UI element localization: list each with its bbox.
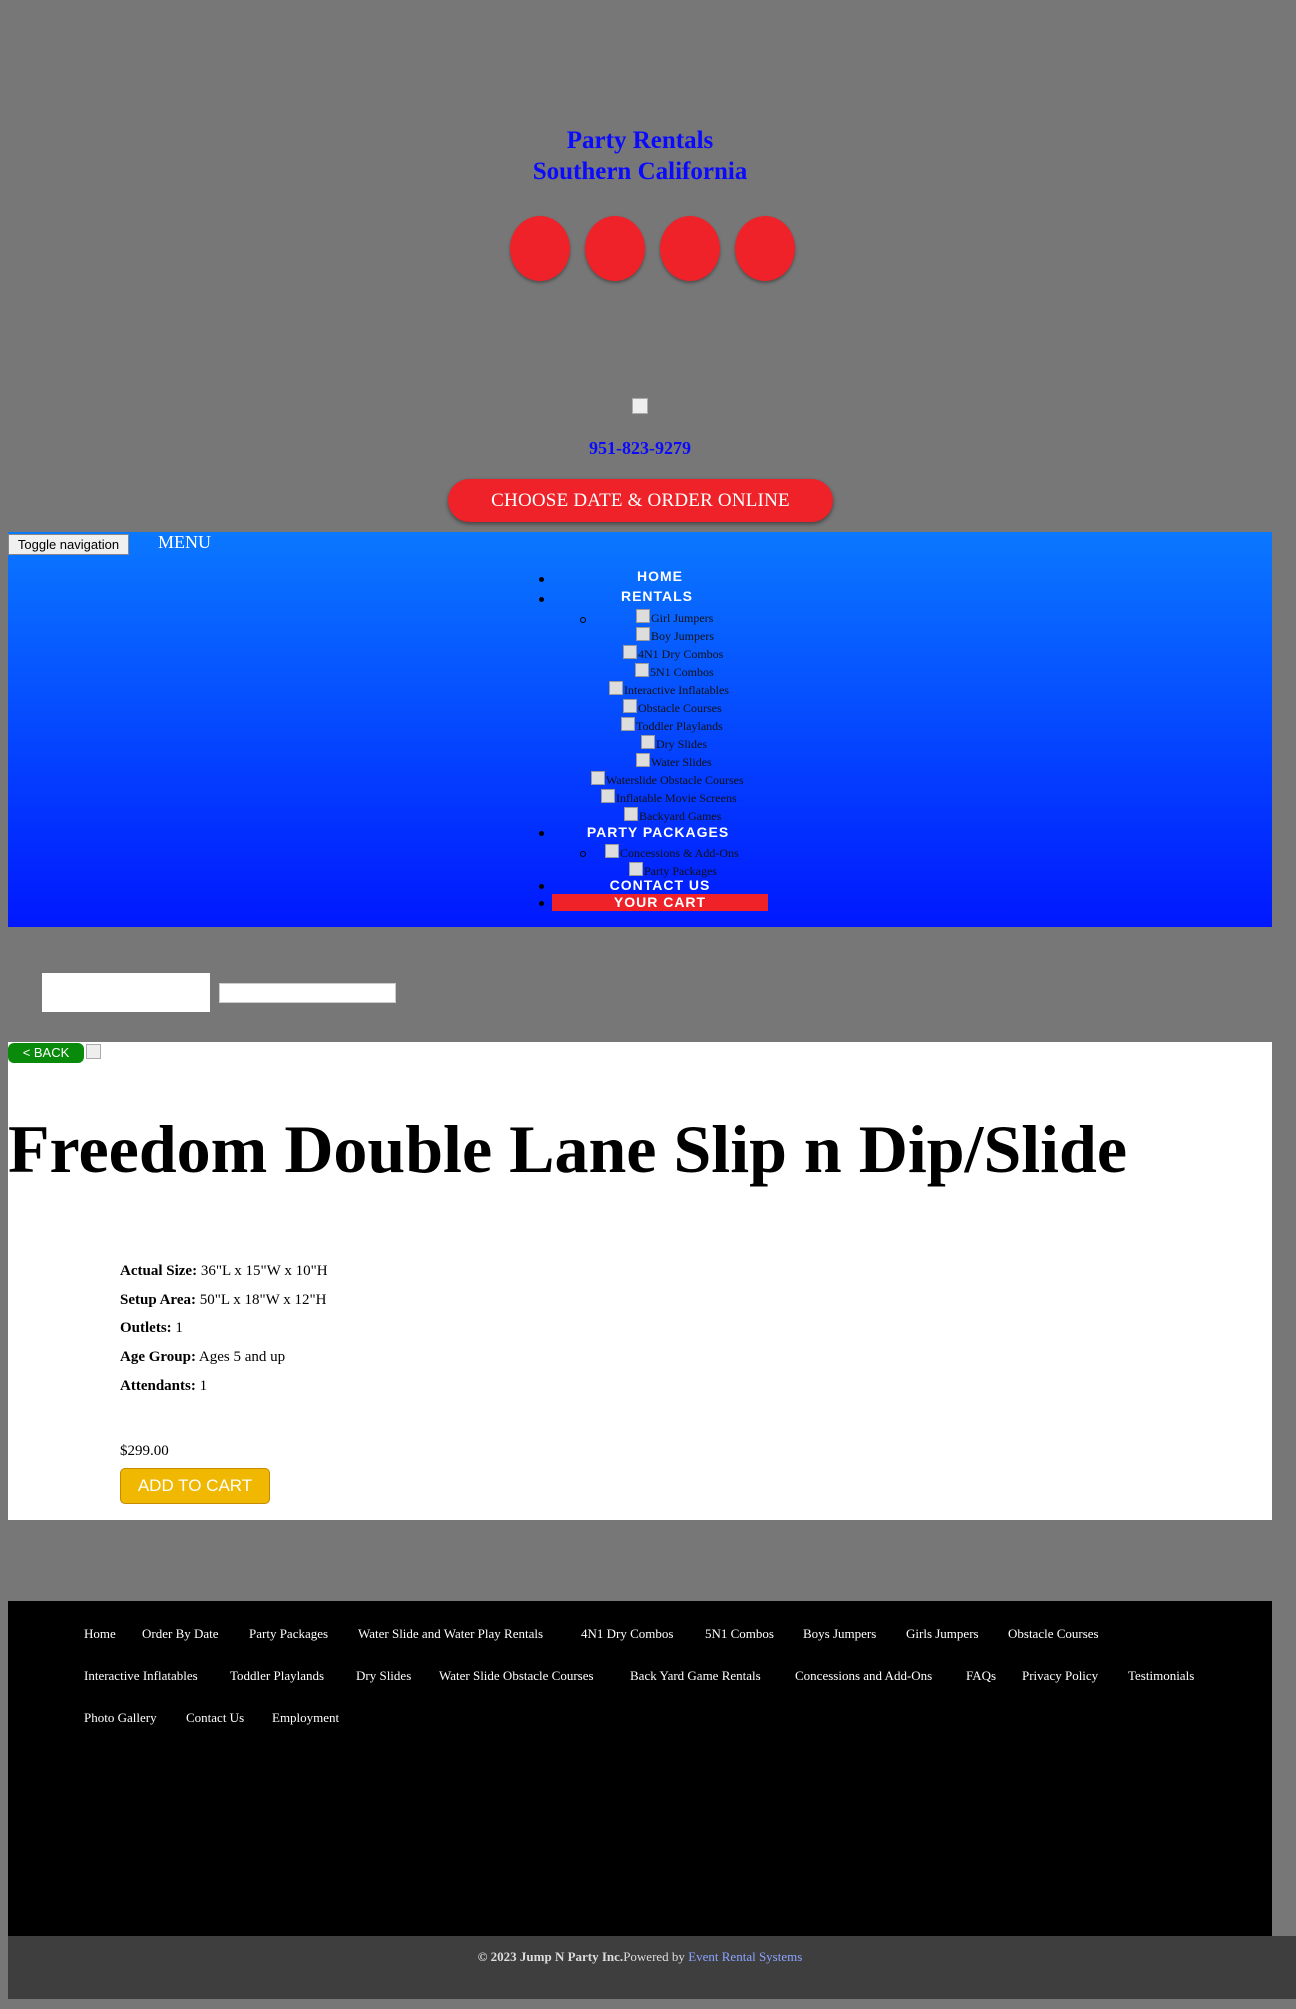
submenu-inflatable-movie-screens[interactable]: Inflatable Movie Screens xyxy=(601,789,737,806)
date-input[interactable] xyxy=(42,973,210,1012)
add-to-cart-button[interactable]: ADD TO CART xyxy=(120,1468,270,1504)
footer-link-concessions[interactable]: Concessions and Add-Ons xyxy=(795,1668,932,1684)
site-brand[interactable]: Party Rentals Southern California xyxy=(0,125,1280,187)
logo-image[interactable] xyxy=(632,398,648,414)
nav-contact-us[interactable]: CONTACT US xyxy=(560,877,760,893)
footer-link-dry-slides[interactable]: Dry Slides xyxy=(356,1668,411,1684)
list-bullet xyxy=(539,901,544,906)
spec-label: Actual Size: xyxy=(120,1263,198,1279)
product-title: Freedom Double Lane Slip n Dip/Slide xyxy=(8,1111,1128,1187)
footer-link-obstacle-courses[interactable]: Obstacle Courses xyxy=(1008,1626,1099,1642)
your-cart-button[interactable]: YOUR CART xyxy=(552,894,768,911)
product-price: $299.00 xyxy=(120,1443,169,1459)
spec-label: Outlets: xyxy=(120,1320,172,1336)
nav-party-packages[interactable]: PARTY PACKAGES xyxy=(558,824,758,840)
search-input[interactable] xyxy=(219,983,396,1003)
phone-number[interactable]: 951-823-9279 xyxy=(0,438,1280,459)
footer-link-home[interactable]: Home xyxy=(84,1626,116,1642)
nav-home[interactable]: HOME xyxy=(560,568,760,584)
submenu-4n1-dry-combos[interactable]: 4N1 Dry Combos xyxy=(623,645,723,662)
spec-attendants: Attendants: 1 xyxy=(120,1378,207,1395)
submenu-dry-slides[interactable]: Dry Slides xyxy=(641,735,707,752)
spec-value: Ages 5 and up xyxy=(195,1349,286,1365)
footer-link-water-slide-rentals[interactable]: Water Slide and Water Play Rentals xyxy=(358,1626,543,1642)
toggle-navigation-button[interactable]: Toggle navigation xyxy=(8,534,129,555)
footer-link-order-by-date[interactable]: Order By Date xyxy=(142,1626,219,1642)
spec-setup-area: Setup Area: 50"L x 18"W x 12"H xyxy=(120,1292,326,1309)
footer-link-party-packages[interactable]: Party Packages xyxy=(249,1626,328,1642)
spec-value: 1 xyxy=(195,1378,208,1394)
footer-link-5n1-combos[interactable]: 5N1 Combos xyxy=(705,1626,774,1642)
submenu-5n1-combos[interactable]: 5N1 Combos xyxy=(635,663,714,680)
powered-by-link[interactable]: Event Rental Systems xyxy=(688,1949,802,1964)
list-bullet xyxy=(580,617,586,623)
submenu-interactive-inflatables[interactable]: Interactive Inflatables xyxy=(609,681,729,698)
social-icon-1[interactable] xyxy=(510,216,570,281)
list-bullet xyxy=(580,851,586,857)
submenu-water-slides[interactable]: Water Slides xyxy=(636,753,712,770)
social-links xyxy=(510,216,795,281)
footer-link-testimonials[interactable]: Testimonials xyxy=(1128,1668,1194,1684)
social-icon-3[interactable] xyxy=(660,216,720,281)
product-image xyxy=(86,1044,101,1059)
footer-link-employment[interactable]: Employment xyxy=(272,1710,339,1726)
brand-line-2: Southern California xyxy=(532,158,748,185)
submenu-backyard-games[interactable]: Backyard Games xyxy=(624,807,721,824)
copyright-text: © 2023 Jump N Party Inc.Powered by Event… xyxy=(0,1949,1280,1965)
copyright-owner: © 2023 Jump N Party Inc. xyxy=(477,1949,624,1964)
spec-age-group: Age Group: Ages 5 and up xyxy=(120,1349,285,1366)
footer-link-faqs[interactable]: FAQs xyxy=(966,1668,996,1684)
spec-value: 36"L x 15"W x 10"H xyxy=(197,1263,328,1279)
menu-label[interactable]: MENU xyxy=(158,532,211,553)
social-icon-2[interactable] xyxy=(585,216,645,281)
social-icon-4[interactable] xyxy=(735,216,795,281)
footer-link-toddler-playlands[interactable]: Toddler Playlands xyxy=(230,1668,324,1684)
submenu-obstacle-courses[interactable]: Obstacle Courses xyxy=(623,699,722,716)
footer-link-water-slide-obstacle-courses[interactable]: Water Slide Obstacle Courses xyxy=(439,1668,594,1684)
list-bullet xyxy=(539,577,544,582)
footer-link-girls-jumpers[interactable]: Girls Jumpers xyxy=(906,1626,979,1642)
footer-link-back-yard-games[interactable]: Back Yard Game Rentals xyxy=(630,1668,761,1684)
list-bullet xyxy=(539,884,544,889)
back-button[interactable]: < BACK xyxy=(8,1043,84,1063)
spec-value: 1 xyxy=(171,1320,183,1336)
footer-link-4n1-dry-combos[interactable]: 4N1 Dry Combos xyxy=(581,1626,673,1642)
copyright-bar xyxy=(8,1936,1296,1999)
submenu-toddler-playlands[interactable]: Toddler Playlands xyxy=(621,717,723,734)
submenu-waterslide-obstacle-courses[interactable]: Waterslide Obstacle Courses xyxy=(591,771,744,788)
spec-outlets: Outlets: 1 xyxy=(120,1320,183,1337)
order-online-button[interactable]: CHOOSE DATE & ORDER ONLINE xyxy=(448,479,833,522)
footer xyxy=(8,1601,1272,1936)
spec-actual-size: Actual Size: 36"L x 15"W x 10"H xyxy=(120,1263,328,1280)
list-bullet xyxy=(539,597,544,602)
spec-value: 50"L x 18"W x 12"H xyxy=(195,1292,327,1308)
powered-by-label: Powered by xyxy=(623,1949,689,1964)
footer-link-contact-us[interactable]: Contact Us xyxy=(186,1710,244,1726)
list-bullet xyxy=(539,831,544,836)
brand-line-1: Party Rentals xyxy=(566,127,714,154)
submenu-boy-jumpers[interactable]: Boy Jumpers xyxy=(636,627,714,644)
footer-link-privacy-policy[interactable]: Privacy Policy xyxy=(1022,1668,1098,1684)
footer-link-interactive-inflatables[interactable]: Interactive Inflatables xyxy=(84,1668,198,1684)
spec-label: Setup Area: xyxy=(120,1292,196,1308)
spec-label: Attendants: xyxy=(120,1378,196,1394)
submenu-concessions-add-ons[interactable]: Concessions & Add-Ons xyxy=(605,844,739,861)
nav-rentals[interactable]: RENTALS xyxy=(557,588,757,604)
spec-label: Age Group: xyxy=(120,1349,196,1365)
footer-link-photo-gallery[interactable]: Photo Gallery xyxy=(84,1710,157,1726)
submenu-girl-jumpers[interactable]: Girl Jumpers xyxy=(636,609,713,626)
footer-link-boys-jumpers[interactable]: Boys Jumpers xyxy=(803,1626,876,1642)
